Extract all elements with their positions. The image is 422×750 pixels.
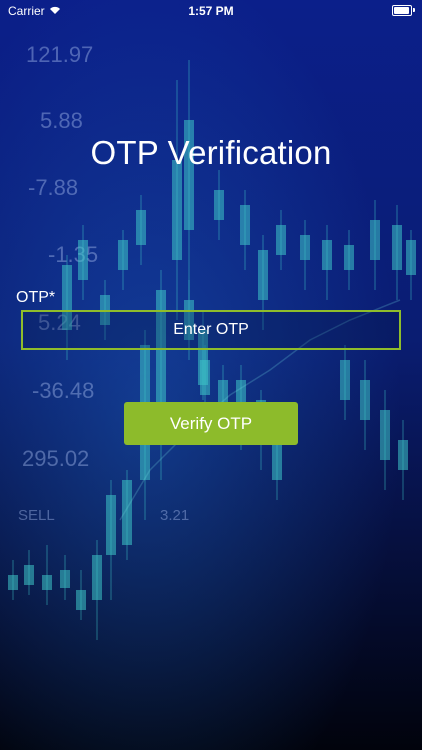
background-number: 5.88 (40, 108, 83, 133)
page-title: OTP Verification (90, 134, 332, 171)
background-candle (76, 590, 86, 610)
background-number: -36.48 (32, 378, 94, 403)
background-candle (370, 220, 380, 260)
background-candle (78, 240, 88, 280)
background-number: -1.35 (48, 242, 98, 267)
battery-icon (392, 5, 412, 16)
background-number: 121.97 (26, 42, 93, 67)
background-candle (214, 190, 224, 220)
background-candle (340, 360, 350, 400)
background-candle (300, 235, 310, 260)
background-number: -7.88 (28, 175, 78, 200)
stock-chart-background: 121.975.88-7.88-1.355.24-36.48295.02SELL… (0, 0, 422, 750)
background-number: 3.21 (160, 507, 189, 524)
background-candle (200, 360, 210, 395)
background-candle (92, 555, 102, 600)
background-candle (136, 210, 146, 245)
background-candle (276, 225, 286, 255)
background-candle (406, 240, 416, 275)
background-candle (398, 440, 408, 470)
battery-tip (413, 8, 415, 12)
background-candle (42, 575, 52, 590)
background-candle (172, 160, 182, 260)
background-candle (380, 410, 390, 460)
background-candle (392, 225, 402, 270)
background-candle (118, 240, 128, 270)
background-candle (240, 205, 250, 245)
background-candle (272, 440, 282, 480)
background-candle (106, 495, 116, 555)
background-candle (24, 565, 34, 585)
otp-field-label: OTP* (16, 289, 56, 306)
background-number: SELL (18, 507, 55, 524)
background-candle (8, 575, 18, 590)
verify-otp-button[interactable]: Verify OTP (124, 402, 298, 445)
background-candle (122, 480, 132, 545)
status-time: 1:57 PM (188, 4, 234, 18)
background-candle (258, 250, 268, 300)
background-candle (360, 380, 370, 420)
background-candle (60, 570, 70, 588)
status-bar: Carrier 1:57 PM (0, 0, 422, 22)
otp-input[interactable] (21, 310, 401, 350)
background-candle (344, 245, 354, 270)
background-number: 295.02 (22, 446, 89, 471)
background-candle (322, 240, 332, 270)
